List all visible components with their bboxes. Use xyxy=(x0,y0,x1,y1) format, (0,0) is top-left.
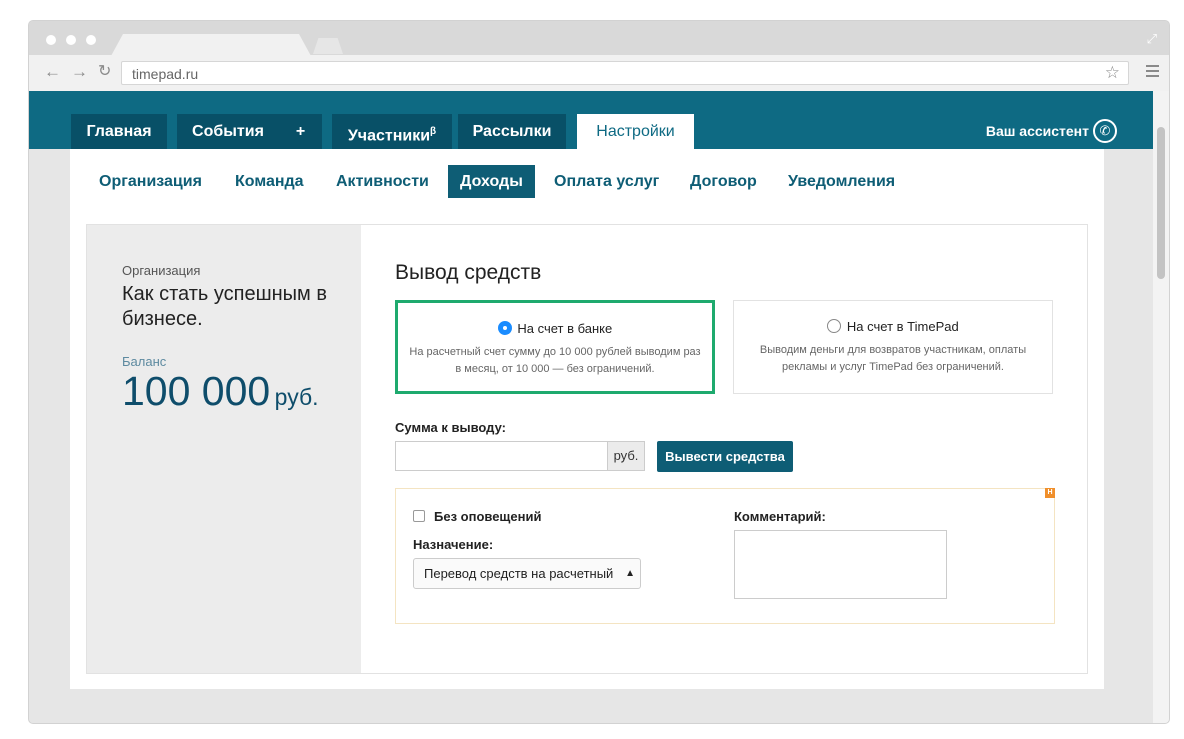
url-text: timepad.ru xyxy=(132,66,199,82)
option-timepad-label: На счет в TimePad xyxy=(846,319,959,334)
phone-icon[interactable]: ✆ xyxy=(1093,119,1117,143)
purpose-select-value: Перевод средств на расчетный xyxy=(424,566,614,581)
subnav-organization[interactable]: Организация xyxy=(87,165,214,198)
comment-label: Комментарий: xyxy=(734,509,826,524)
withdraw-section: Вывод средств На счет в банке На расчетн… xyxy=(361,225,1087,673)
plus-icon: + xyxy=(295,123,306,140)
purpose-select[interactable]: Перевод средств на расчетный ▲▼ xyxy=(413,558,641,589)
nav-mailings-label: Рассылки xyxy=(472,123,552,140)
nav-settings[interactable]: Настройки xyxy=(577,114,694,149)
org-name: Как стать успешным в бизнесе. xyxy=(122,283,327,330)
org-label: Организация xyxy=(122,263,201,278)
nav-home-label: Главная xyxy=(86,123,152,140)
subnav-payment[interactable]: Оплата услуг xyxy=(542,165,671,198)
nav-add-event-button[interactable]: + xyxy=(279,114,322,149)
nav-participants-label: Участники xyxy=(347,127,431,145)
income-panel: Организация Как стать успешным в бизнесе… xyxy=(86,224,1088,674)
no-notify-label[interactable]: Без оповещений xyxy=(434,509,541,524)
bookmark-star-icon[interactable]: ☆ xyxy=(1105,63,1120,83)
option-bank-header: На счет в банке xyxy=(398,321,712,336)
top-nav: Главная События + Участникиβ Рассылки На… xyxy=(29,91,1153,149)
option-timepad-description: Выводим деньги для возвратов участникам,… xyxy=(759,344,1027,373)
balance-currency: руб. xyxy=(274,384,319,410)
option-timepad-radio[interactable] xyxy=(827,319,842,333)
address-bar: ← → ↻ timepad.ru ☆ xyxy=(29,55,1169,91)
nav-settings-label: Настройки xyxy=(596,123,675,140)
subnav-activities[interactable]: Активности xyxy=(324,165,441,198)
nav-events[interactable]: События xyxy=(177,114,279,149)
option-bank-radio[interactable] xyxy=(497,321,512,335)
new-tab-button[interactable] xyxy=(313,38,343,54)
option-bank-label: На счет в банке xyxy=(517,321,613,336)
close-window-icon[interactable] xyxy=(46,35,56,45)
nav-events-label: События xyxy=(192,123,264,140)
url-field[interactable]: timepad.ru ☆ xyxy=(121,61,1129,85)
beta-mark: β xyxy=(430,126,437,137)
nav-home[interactable]: Главная xyxy=(71,114,167,149)
withdraw-button[interactable]: Вывести средства xyxy=(657,441,793,472)
minimize-window-icon[interactable] xyxy=(66,35,76,45)
subnav-notifications[interactable]: Уведомления xyxy=(776,165,907,198)
amount-currency-addon: руб. xyxy=(607,441,645,471)
purpose-label: Назначение: xyxy=(413,537,494,552)
scroll-thumb[interactable] xyxy=(1157,127,1165,279)
option-timepad-card[interactable]: На счет в TimePad Выводим деньги для воз… xyxy=(733,300,1053,394)
fullscreen-icon[interactable]: ⤢ xyxy=(1147,31,1157,47)
forward-arrow-icon[interactable]: → xyxy=(71,63,88,81)
page-viewport: Главная События + Участникиβ Рассылки На… xyxy=(29,91,1153,723)
subnav-team[interactable]: Команда xyxy=(223,165,316,198)
withdraw-title: Вывод средств xyxy=(395,261,542,284)
page-scrollbar[interactable] xyxy=(1153,91,1169,723)
settings-subnav: Организация Команда Активности Доходы Оп… xyxy=(70,149,1104,211)
option-timepad-header: На счет в TimePad xyxy=(734,319,1052,334)
balance-amount: 100 000 руб. xyxy=(122,368,319,415)
balance-value: 100 000 xyxy=(122,368,271,414)
browser-tab[interactable] xyxy=(111,34,311,56)
settings-page: Организация Команда Активности Доходы Оп… xyxy=(70,149,1104,689)
title-bar: ⤢ xyxy=(29,21,1169,56)
subnav-contract[interactable]: Договор xyxy=(678,165,769,198)
org-sidebar: Организация Как стать успешным в бизнесе… xyxy=(87,225,361,673)
amount-input[interactable] xyxy=(395,441,608,471)
nav-participants[interactable]: Участникиβ xyxy=(332,114,452,149)
maximize-window-icon[interactable] xyxy=(86,35,96,45)
subnav-income[interactable]: Доходы xyxy=(448,165,535,198)
withdraw-options-box: H Без оповещений Назначение: Перевод сре… xyxy=(395,488,1055,624)
back-arrow-icon[interactable]: ← xyxy=(44,63,61,81)
option-bank-card[interactable]: На счет в банке На расчетный счет сумму … xyxy=(395,300,715,394)
browser-window: ⤢ ← → ↻ timepad.ru ☆ Главная События + У… xyxy=(29,21,1169,723)
reload-icon[interactable]: ↻ xyxy=(98,63,111,81)
assistant-link[interactable]: Ваш ассистент xyxy=(986,123,1089,139)
nav-mailings[interactable]: Рассылки xyxy=(458,114,566,149)
comment-textarea[interactable] xyxy=(734,530,947,599)
h-badge-icon: H xyxy=(1045,488,1055,498)
option-bank-description: На расчетный счет сумму до 10 000 рублей… xyxy=(409,346,701,375)
no-notify-checkbox[interactable] xyxy=(413,510,425,522)
browser-menu-icon[interactable] xyxy=(1146,65,1159,80)
amount-label: Сумма к выводу: xyxy=(395,420,506,435)
select-arrows-icon: ▲▼ xyxy=(625,568,635,579)
balance-label: Баланс xyxy=(122,354,167,369)
